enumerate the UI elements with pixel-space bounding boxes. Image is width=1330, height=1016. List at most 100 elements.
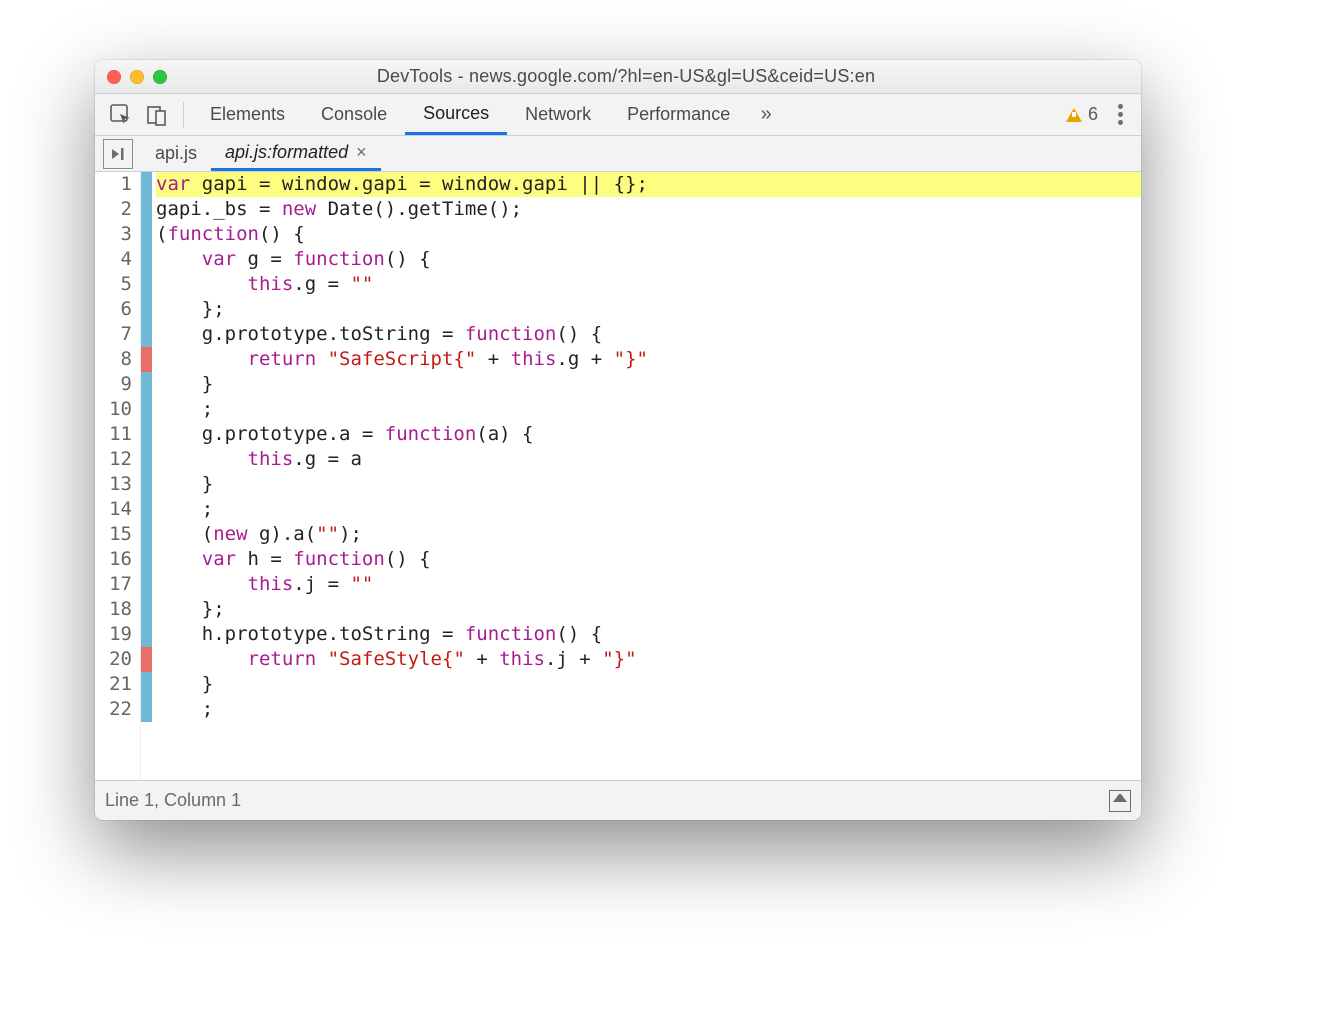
code-editor[interactable]: 12345678910111213141516171819202122 var … — [95, 172, 1141, 780]
code-line: var h = function() { — [156, 547, 1141, 572]
line-number: 12 — [105, 447, 138, 472]
status-bar: Line 1, Column 1 — [95, 780, 1141, 820]
code-content[interactable]: var gapi = window.gapi = window.gapi || … — [152, 172, 1141, 780]
window-title: DevTools - news.google.com/?hl=en-US&gl=… — [183, 66, 1069, 87]
code-line: } — [156, 372, 1141, 397]
titlebar: DevTools - news.google.com/?hl=en-US&gl=… — [95, 60, 1141, 94]
covered-marker — [141, 622, 152, 647]
line-number: 14 — [105, 497, 138, 522]
code-line: (new g).a(""); — [156, 522, 1141, 547]
covered-marker — [141, 247, 152, 272]
file-tab-label: api.js — [155, 143, 197, 164]
line-number-gutter: 12345678910111213141516171819202122 — [95, 172, 141, 780]
warning-count: 6 — [1088, 104, 1098, 125]
tab-performance[interactable]: Performance — [609, 94, 748, 135]
tab-console[interactable]: Console — [303, 94, 405, 135]
settings-menu-button[interactable] — [1108, 104, 1133, 125]
line-number: 11 — [105, 422, 138, 447]
line-number: 6 — [105, 297, 138, 322]
line-number: 21 — [105, 672, 138, 697]
line-number: 16 — [105, 547, 138, 572]
covered-marker — [141, 547, 152, 572]
code-line: }; — [156, 297, 1141, 322]
device-toolbar-icon[interactable] — [139, 97, 175, 133]
code-line: this.j = "" — [156, 572, 1141, 597]
covered-marker — [141, 672, 152, 697]
devtools-window: DevTools - news.google.com/?hl=en-US&gl=… — [95, 60, 1141, 820]
code-line: return "SafeScript{" + this.g + "}" — [156, 347, 1141, 372]
uncovered-marker — [141, 347, 152, 372]
code-line: (function() { — [156, 222, 1141, 247]
warning-icon — [1066, 108, 1082, 122]
file-tab[interactable]: api.js — [141, 136, 211, 171]
coverage-markers — [141, 172, 152, 780]
covered-marker — [141, 422, 152, 447]
line-number: 9 — [105, 372, 138, 397]
line-number: 10 — [105, 397, 138, 422]
window-controls — [107, 70, 167, 84]
line-number: 2 — [105, 197, 138, 222]
line-number: 5 — [105, 272, 138, 297]
zoom-window-button[interactable] — [153, 70, 167, 84]
code-line: ; — [156, 697, 1141, 722]
code-line: var gapi = window.gapi = window.gapi || … — [156, 172, 1141, 197]
covered-marker — [141, 222, 152, 247]
covered-marker — [141, 197, 152, 222]
inspect-element-icon[interactable] — [103, 97, 139, 133]
code-line: this.g = a — [156, 447, 1141, 472]
line-number: 7 — [105, 322, 138, 347]
main-tab-bar: ElementsConsoleSourcesNetworkPerformance… — [95, 94, 1141, 136]
covered-marker — [141, 297, 152, 322]
covered-marker — [141, 522, 152, 547]
code-line: this.g = "" — [156, 272, 1141, 297]
code-line: h.prototype.toString = function() { — [156, 622, 1141, 647]
line-number: 18 — [105, 597, 138, 622]
covered-marker — [141, 447, 152, 472]
covered-marker — [141, 322, 152, 347]
code-line: ; — [156, 497, 1141, 522]
covered-marker — [141, 697, 152, 722]
source-file-tabs: api.js api.js:formatted × — [95, 136, 1141, 172]
code-line: gapi._bs = new Date().getTime(); — [156, 197, 1141, 222]
line-number: 8 — [105, 347, 138, 372]
code-line: ; — [156, 397, 1141, 422]
tab-network[interactable]: Network — [507, 94, 609, 135]
code-line: g.prototype.toString = function() { — [156, 322, 1141, 347]
covered-marker — [141, 172, 152, 197]
line-number: 22 — [105, 697, 138, 722]
tab-sources[interactable]: Sources — [405, 94, 507, 135]
covered-marker — [141, 272, 152, 297]
line-number: 13 — [105, 472, 138, 497]
close-window-button[interactable] — [107, 70, 121, 84]
close-icon[interactable]: × — [356, 142, 367, 163]
line-number: 20 — [105, 647, 138, 672]
line-number: 15 — [105, 522, 138, 547]
code-line: g.prototype.a = function(a) { — [156, 422, 1141, 447]
uncovered-marker — [141, 647, 152, 672]
more-tabs-button[interactable]: » — [748, 97, 784, 133]
covered-marker — [141, 472, 152, 497]
line-number: 1 — [105, 172, 138, 197]
line-number: 17 — [105, 572, 138, 597]
covered-marker — [141, 597, 152, 622]
code-line: var g = function() { — [156, 247, 1141, 272]
code-line: return "SafeStyle{" + this.j + "}" — [156, 647, 1141, 672]
line-number: 19 — [105, 622, 138, 647]
covered-marker — [141, 572, 152, 597]
divider — [183, 102, 184, 128]
line-number: 4 — [105, 247, 138, 272]
code-line: } — [156, 672, 1141, 697]
code-line: }; — [156, 597, 1141, 622]
file-tab[interactable]: api.js:formatted × — [211, 136, 381, 171]
toggle-navigator-button[interactable] — [103, 139, 133, 169]
code-line: } — [156, 472, 1141, 497]
cursor-position: Line 1, Column 1 — [105, 790, 241, 811]
warnings-badge[interactable]: 6 — [1056, 104, 1108, 125]
show-drawer-button[interactable] — [1109, 790, 1131, 812]
line-number: 3 — [105, 222, 138, 247]
covered-marker — [141, 497, 152, 522]
covered-marker — [141, 372, 152, 397]
minimize-window-button[interactable] — [130, 70, 144, 84]
file-tab-label: api.js:formatted — [225, 142, 348, 163]
tab-elements[interactable]: Elements — [192, 94, 303, 135]
